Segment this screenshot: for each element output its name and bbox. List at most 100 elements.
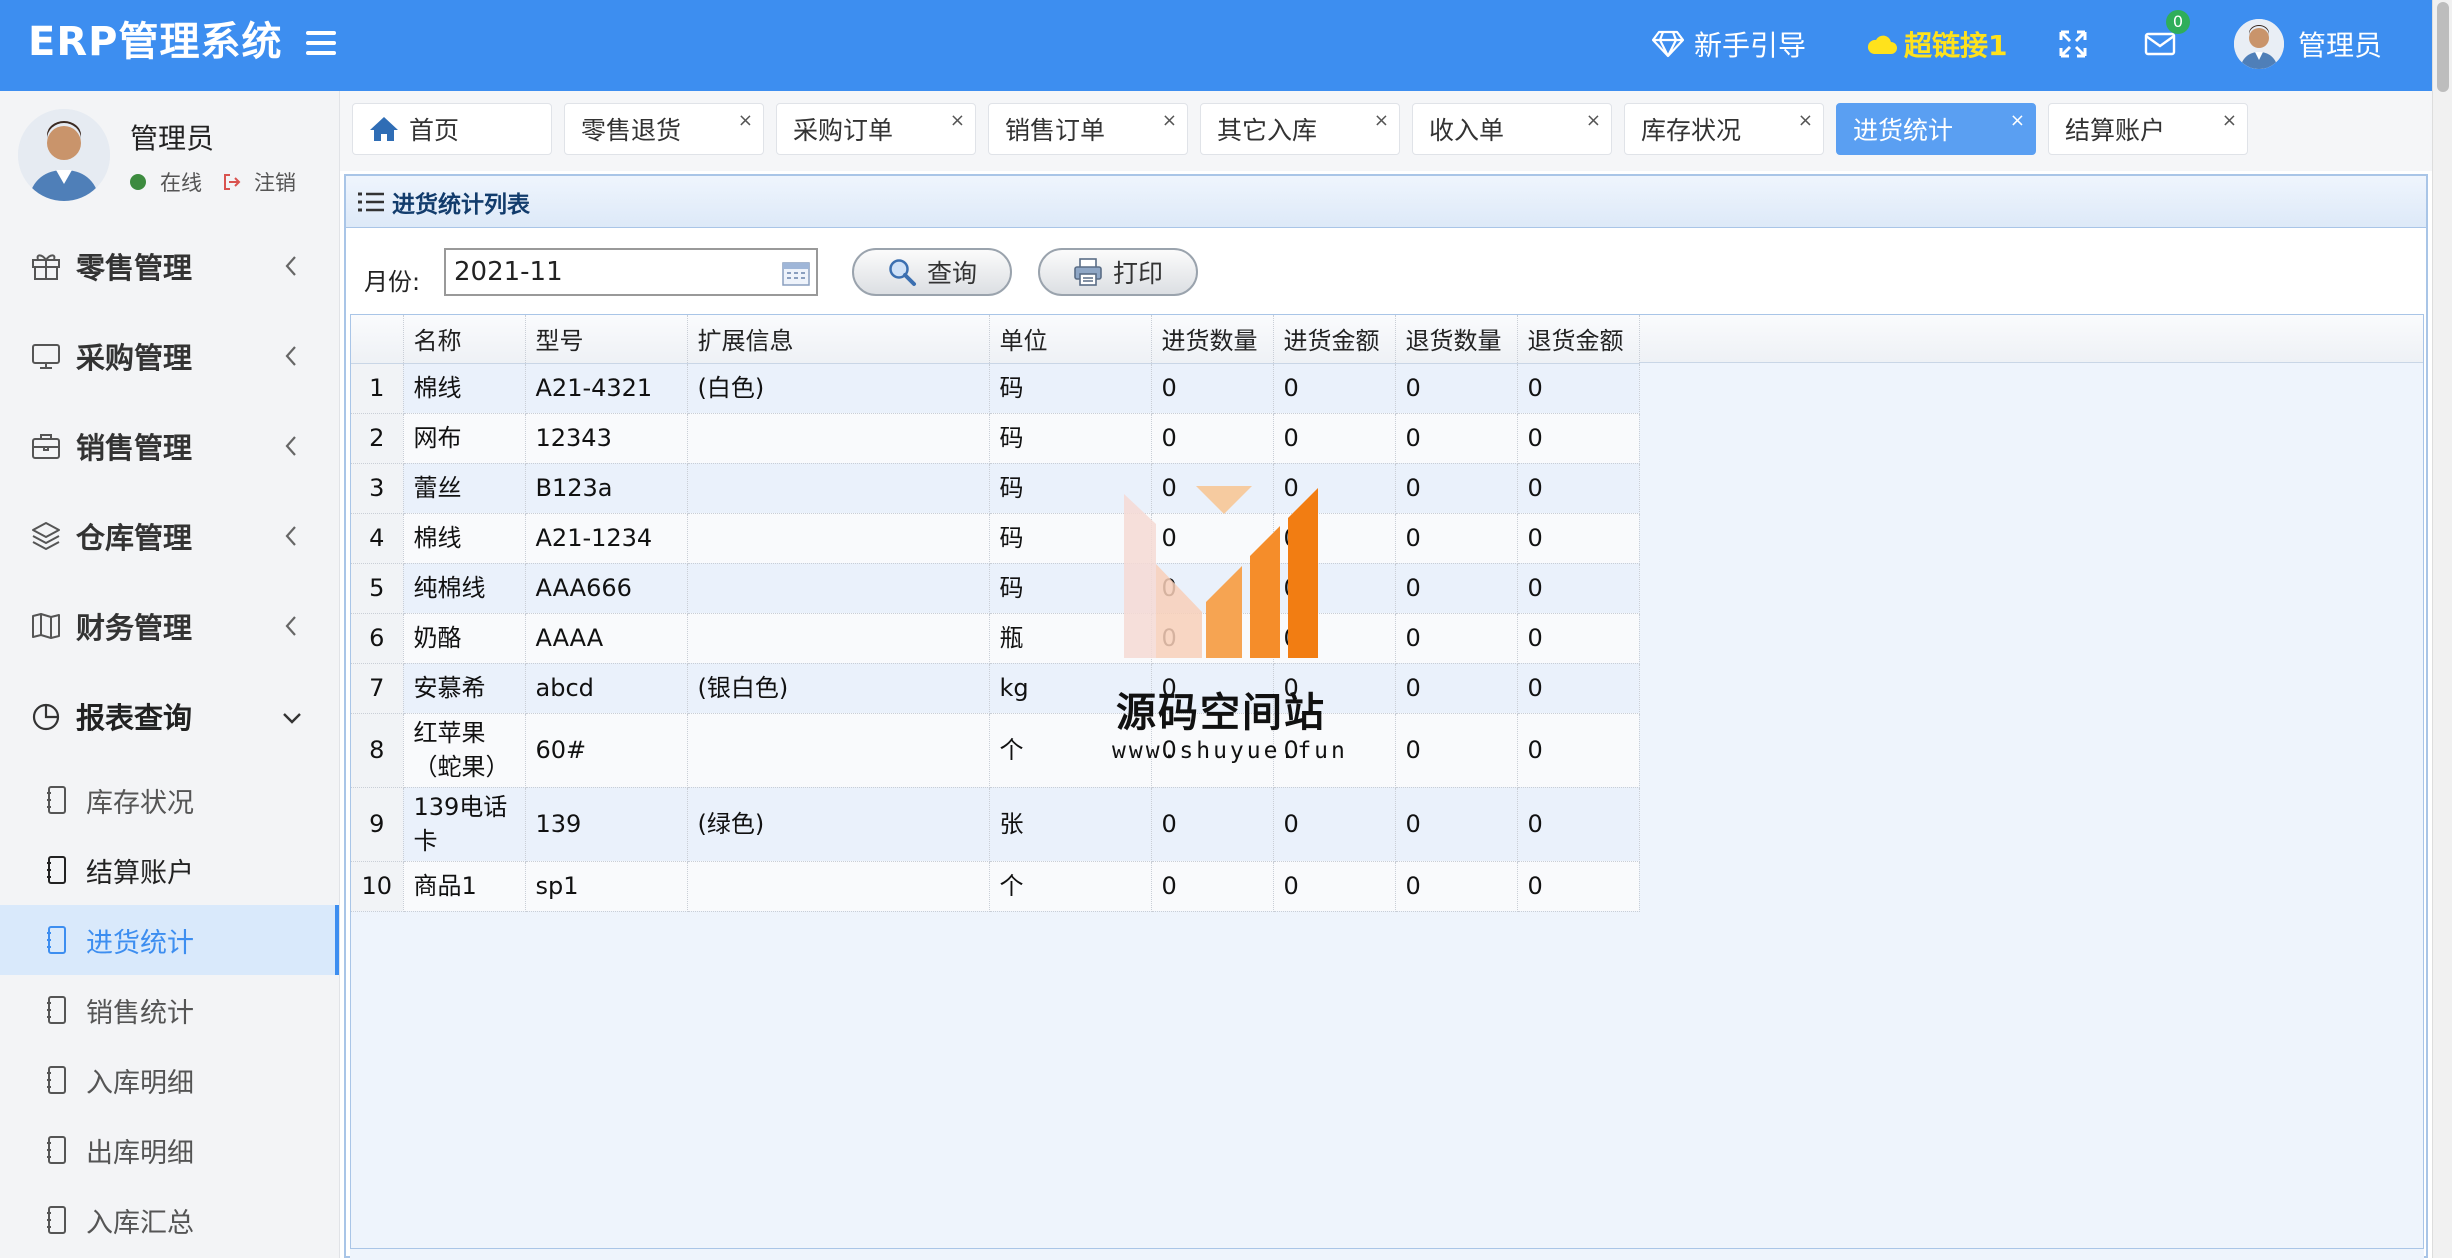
table-cell: AAA666 — [525, 563, 688, 614]
table-cell: 0 — [1273, 363, 1396, 414]
table-row[interactable]: 6奶酪AAAA瓶0000 — [351, 613, 1640, 664]
table-row[interactable]: 8 红苹果（蛇果） 60# 个 0 0 0 0 — [351, 713, 1640, 788]
table-row[interactable]: 10 商品1 sp1 个 0 0 0 0 — [351, 861, 1640, 912]
column-header[interactable]: 单位 — [989, 315, 1152, 364]
column-header[interactable]: 型号 — [525, 315, 688, 364]
table-cell: 码 — [989, 363, 1152, 414]
row-number-header — [351, 315, 404, 364]
table-cell: 0 — [1517, 861, 1640, 912]
menu-finance[interactable]: 财务管理 — [0, 581, 339, 671]
user-panel: 管理员 在线 注销 — [0, 91, 339, 217]
table-cell — [687, 861, 990, 912]
sidebar-item-sales-stats[interactable]: 销售统计 — [0, 975, 339, 1045]
close-icon[interactable]: × — [1162, 110, 1177, 131]
user-menu[interactable]: 管理员 — [2234, 19, 2382, 69]
sidebar-item-inbound-summary[interactable]: 入库汇总 — [0, 1185, 339, 1255]
gift-icon — [32, 254, 60, 280]
tab-home[interactable]: 首页 — [352, 103, 552, 155]
row-number: 1 — [351, 363, 404, 414]
table-cell: 0 — [1395, 861, 1518, 912]
chevron-left-icon — [285, 346, 296, 366]
tab-other-inbound[interactable]: 其它入库 × — [1200, 103, 1400, 155]
printer-icon — [1074, 258, 1102, 286]
sidebar-item-purchase-stats[interactable]: 进货统计 — [0, 905, 339, 975]
sidebar-item-outbound-detail[interactable]: 出库明细 — [0, 1115, 339, 1185]
pagination-bar — [350, 1248, 2424, 1260]
menu-retail[interactable]: 零售管理 — [0, 221, 339, 311]
sidebar-item-settlement-account[interactable]: 结算账户 — [0, 835, 339, 905]
table-cell: 0 — [1151, 363, 1274, 414]
tab-settlement-account[interactable]: 结算账户 × — [2048, 103, 2248, 155]
menu-toggle-icon[interactable] — [306, 28, 338, 58]
table-cell: 0 — [1395, 513, 1518, 564]
close-icon[interactable]: × — [738, 110, 753, 131]
table-cell: 码 — [989, 413, 1152, 464]
tab-sales-order[interactable]: 销售订单 × — [988, 103, 1188, 155]
table-cell: 60# — [525, 713, 688, 788]
tab-income[interactable]: 收入单 × — [1412, 103, 1612, 155]
monitor-icon — [32, 344, 60, 369]
table-cell: 个 — [989, 861, 1152, 912]
table-row[interactable]: 3 蕾丝 B123a 码 0 0 0 0 — [351, 463, 1640, 514]
month-label: 月份: — [364, 268, 421, 296]
table-cell — [687, 713, 990, 788]
print-button[interactable]: 打印 — [1038, 248, 1198, 296]
guide-label: 新手引导 — [1694, 29, 1807, 62]
menu-reports[interactable]: 报表查询 — [0, 671, 339, 761]
menu-sales[interactable]: 销售管理 — [0, 401, 339, 491]
hyperlink-1[interactable]: 超链接1 — [1866, 22, 2007, 66]
table-cell: 0 — [1395, 413, 1518, 464]
close-icon[interactable]: × — [1586, 110, 1601, 131]
table-cell: 0 — [1517, 463, 1640, 514]
watermark-logo-icon — [1124, 486, 1318, 658]
query-toolbar: 月份: 查询 打印 — [346, 228, 2426, 318]
table-row[interactable]: 4棉线A21-1234码0000 — [351, 513, 1640, 564]
page-scrollbar[interactable] — [2432, 0, 2452, 1258]
close-icon[interactable]: × — [2010, 110, 2025, 131]
sidebar-item-label: 入库汇总 — [86, 1207, 194, 1239]
sidebar-item-inbound-detail[interactable]: 入库明细 — [0, 1045, 339, 1115]
chevron-left-icon — [285, 616, 296, 636]
sidebar-item-stock-status[interactable]: 库存状况 — [0, 765, 339, 835]
table-row[interactable]: 2 网布 12343 码 0 0 0 0 — [351, 413, 1640, 464]
envelope-icon — [2144, 32, 2176, 56]
table-row[interactable]: 1 棉线 A21-4321 (白色) 码 0 0 0 0 — [351, 363, 1640, 414]
table-row[interactable]: 5纯棉线AAA666码0000 — [351, 563, 1640, 614]
column-header[interactable]: 退货数量 — [1395, 315, 1518, 364]
table-cell: A21-1234 — [525, 513, 688, 564]
close-icon[interactable]: × — [950, 110, 965, 131]
month-input[interactable] — [444, 248, 818, 296]
close-icon[interactable]: × — [2222, 110, 2237, 131]
table-cell: 0 — [1395, 363, 1518, 414]
calendar-icon[interactable] — [782, 260, 810, 286]
close-icon[interactable]: × — [1798, 110, 1813, 131]
tab-stock-status[interactable]: 库存状况 × — [1624, 103, 1824, 155]
column-header[interactable]: 进货数量 — [1151, 315, 1274, 364]
fullscreen-button[interactable] — [2058, 22, 2088, 66]
guide-link[interactable]: 新手引导 — [1652, 22, 1806, 66]
tab-retail-return[interactable]: 零售退货 × — [564, 103, 764, 155]
watermark-url: www.shuyue.fun — [1112, 738, 1348, 764]
column-header[interactable]: 扩展信息 — [687, 315, 990, 364]
query-label: 查询 — [926, 259, 977, 288]
menu-warehouse[interactable]: 仓库管理 — [0, 491, 339, 581]
column-header[interactable]: 进货金额 — [1273, 315, 1396, 364]
table-cell: 奶酪 — [403, 613, 526, 664]
table-row[interactable]: 7 安慕希 abcd (银白色) kg 0 0 0 0 — [351, 663, 1640, 714]
table-row[interactable]: 9 139电话卡 139 (绿色) 张 0 0 0 0 — [351, 787, 1640, 862]
table-cell: (银白色) — [687, 663, 990, 714]
table-cell: (绿色) — [687, 787, 990, 862]
table-cell: abcd — [525, 663, 688, 714]
menu-purchase[interactable]: 采购管理 — [0, 311, 339, 401]
notebook-icon — [47, 1136, 66, 1164]
column-header[interactable]: 名称 — [403, 315, 526, 364]
menu-reports-label: 报表查询 — [76, 701, 193, 735]
column-header[interactable]: 退货金额 — [1517, 315, 1640, 364]
online-status: 在线 — [130, 167, 202, 197]
logout-link[interactable]: 注销 — [222, 167, 296, 197]
tab-purchase-order[interactable]: 采购订单 × — [776, 103, 976, 155]
close-icon[interactable]: × — [1374, 110, 1389, 131]
tab-purchase-stats[interactable]: 进货统计 × — [1836, 103, 2036, 155]
query-button[interactable]: 查询 — [852, 248, 1012, 296]
header-avatar — [2234, 19, 2284, 69]
